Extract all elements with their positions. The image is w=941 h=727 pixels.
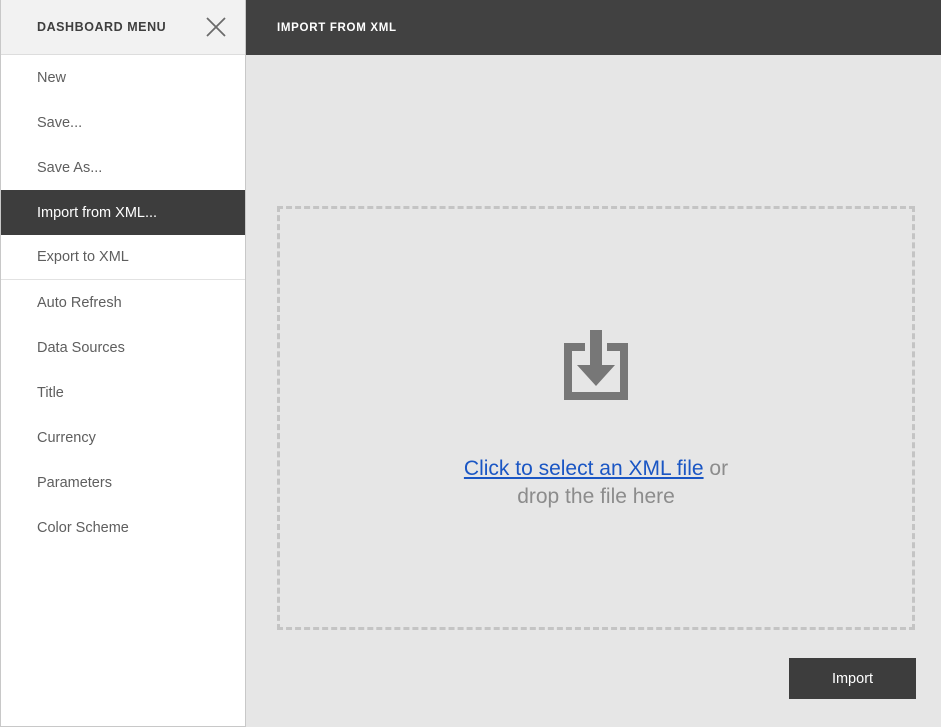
sidebar-item-label: Auto Refresh bbox=[37, 294, 122, 311]
sidebar-item-label: Title bbox=[37, 384, 64, 401]
sidebar-title: DASHBOARD MENU bbox=[37, 20, 167, 34]
sidebar-item-save-as[interactable]: Save As... bbox=[1, 145, 245, 190]
dropzone-text-after-link: or bbox=[703, 456, 729, 480]
import-from-xml-dialog: DASHBOARD MENU New Save... Save As... Im… bbox=[0, 0, 941, 727]
dashboard-menu-list: New Save... Save As... Import from XML..… bbox=[1, 55, 245, 726]
sidebar-item-label: Parameters bbox=[37, 474, 112, 491]
select-xml-file-link[interactable]: Click to select an XML file bbox=[464, 457, 704, 480]
main-header-bar: IMPORT FROM XML bbox=[246, 0, 941, 55]
dropzone-second-line: drop the file here bbox=[517, 484, 675, 508]
sidebar-item-data-sources[interactable]: Data Sources bbox=[1, 325, 245, 370]
download-tray-icon bbox=[555, 326, 637, 413]
sidebar-item-label: Save... bbox=[37, 114, 83, 131]
sidebar-item-label: Export to XML bbox=[37, 249, 129, 265]
sidebar-item-label: Save As... bbox=[37, 159, 103, 176]
dropzone-instructions: Click to select an XML file or drop the … bbox=[464, 455, 728, 510]
sidebar-empty-space bbox=[1, 550, 245, 726]
main-content-area: Click to select an XML file or drop the … bbox=[246, 55, 941, 727]
sidebar-item-export-to-xml[interactable]: Export to XML bbox=[1, 235, 245, 280]
sidebar-item-title[interactable]: Title bbox=[1, 370, 245, 415]
sidebar-item-label: Data Sources bbox=[37, 339, 125, 356]
main-panel: IMPORT FROM XML Click to select an XML f… bbox=[246, 0, 941, 727]
sidebar-item-new[interactable]: New bbox=[1, 55, 245, 100]
close-icon[interactable] bbox=[201, 12, 231, 42]
dashboard-menu-sidebar: DASHBOARD MENU New Save... Save As... Im… bbox=[0, 0, 246, 727]
sidebar-item-label: New bbox=[37, 69, 67, 86]
sidebar-item-import-from-xml[interactable]: Import from XML... bbox=[1, 190, 245, 235]
sidebar-header: DASHBOARD MENU bbox=[1, 0, 245, 55]
sidebar-item-label: Currency bbox=[37, 429, 96, 446]
sidebar-item-save[interactable]: Save... bbox=[1, 100, 245, 145]
sidebar-item-auto-refresh[interactable]: Auto Refresh bbox=[1, 280, 245, 325]
xml-file-dropzone[interactable]: Click to select an XML file or drop the … bbox=[277, 206, 915, 630]
page-title: IMPORT FROM XML bbox=[277, 21, 397, 34]
sidebar-item-color-scheme[interactable]: Color Scheme bbox=[1, 505, 245, 550]
sidebar-item-parameters[interactable]: Parameters bbox=[1, 460, 245, 505]
sidebar-item-label: Import from XML... bbox=[37, 205, 158, 221]
sidebar-item-label: Color Scheme bbox=[37, 519, 129, 536]
import-button[interactable]: Import bbox=[789, 658, 916, 699]
sidebar-item-currency[interactable]: Currency bbox=[1, 415, 245, 460]
